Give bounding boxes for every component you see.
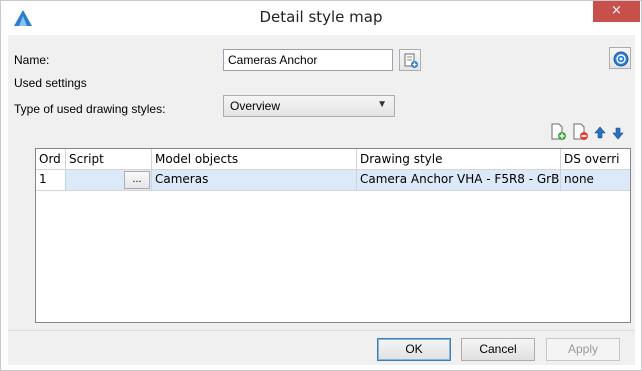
- cancel-button[interactable]: Cancel: [461, 338, 535, 361]
- apply-button[interactable]: Apply: [546, 338, 620, 361]
- name-label: Name:: [14, 53, 50, 67]
- delete-row-icon[interactable]: [571, 123, 589, 141]
- grid-header: Ord Script Model objects Drawing style D…: [36, 149, 630, 170]
- name-action-button[interactable]: [399, 49, 421, 71]
- name-input[interactable]: Cameras Anchor: [223, 49, 393, 71]
- column-header-ord[interactable]: Ord: [36, 149, 66, 170]
- cell-ds-override[interactable]: none: [561, 170, 630, 190]
- table-row[interactable]: 1 ... Cameras Camera Anchor VHA - F5R8 -…: [36, 170, 630, 191]
- help-button[interactable]: [609, 47, 631, 69]
- close-button[interactable]: ×: [593, 1, 640, 22]
- new-from-template-icon: [404, 53, 418, 68]
- style-map-grid[interactable]: Ord Script Model objects Drawing style D…: [35, 148, 631, 323]
- script-browse-button[interactable]: ...: [124, 171, 150, 189]
- dialog-window: Detail style map × Name: Cameras Anchor …: [0, 0, 642, 371]
- column-header-drawing-style[interactable]: Drawing style: [357, 149, 561, 170]
- column-header-script[interactable]: Script: [66, 149, 152, 170]
- help-icon: [613, 51, 629, 67]
- cell-model-objects[interactable]: Cameras: [152, 170, 357, 190]
- column-header-model-objects[interactable]: Model objects: [152, 149, 357, 170]
- footer-divider: [8, 330, 635, 331]
- dialog-content: Name: Cameras Anchor Used settings Type …: [8, 35, 635, 365]
- cell-ord[interactable]: 1: [36, 170, 66, 190]
- title-bar: Detail style map ×: [1, 1, 641, 35]
- type-select[interactable]: Overview ▼: [223, 95, 395, 117]
- used-settings-label: Used settings: [14, 76, 87, 90]
- window-title: Detail style map: [259, 8, 383, 26]
- type-label: Type of used drawing styles:: [14, 102, 166, 116]
- column-header-ds-override[interactable]: DS overri: [561, 149, 630, 170]
- add-row-icon[interactable]: [549, 123, 567, 141]
- move-up-icon[interactable]: [591, 124, 609, 142]
- chevron-down-icon: ▼: [377, 99, 387, 110]
- ok-button[interactable]: OK: [377, 338, 451, 361]
- cell-drawing-style[interactable]: Camera Anchor VHA - F5R8 - GrBd: [357, 170, 561, 190]
- type-select-value: Overview: [230, 99, 281, 113]
- move-down-icon[interactable]: [609, 124, 627, 142]
